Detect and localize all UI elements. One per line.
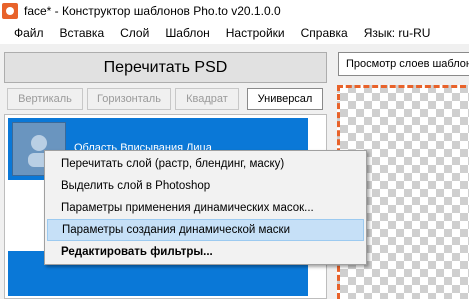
menu-template[interactable]: Шаблон: [157, 22, 217, 44]
menu-insert[interactable]: Вставка: [52, 22, 113, 44]
app-icon: [2, 3, 18, 19]
menu-file[interactable]: Файл: [0, 22, 52, 44]
horizontal-button[interactable]: Горизонталь: [87, 88, 171, 110]
square-button[interactable]: Квадрат: [175, 88, 239, 110]
vertical-button[interactable]: Вертикаль: [7, 88, 83, 110]
context-menu-dynamic-mask-create-params[interactable]: Параметры создания динамической маски: [47, 219, 364, 241]
context-menu-reload-layer[interactable]: Перечитать слой (растр, блендинг, маску): [47, 153, 364, 175]
window-title: face* - Конструктор шаблонов Pho.to v20.…: [24, 4, 281, 18]
menu-bar: Файл Вставка Слой Шаблон Настройки Справ…: [0, 22, 469, 44]
menu-language[interactable]: Язык: ru-RU: [356, 22, 439, 44]
layer-preview-button[interactable]: Просмотр слоев шаблона: [338, 52, 469, 76]
reload-psd-button[interactable]: Перечитать PSD: [4, 52, 327, 83]
title-bar: face* - Конструктор шаблонов Pho.to v20.…: [0, 0, 469, 22]
menu-settings[interactable]: Настройки: [218, 22, 293, 44]
context-menu-edit-filters[interactable]: Редактировать фильтры...: [47, 241, 364, 263]
context-menu-dynamic-mask-apply-params[interactable]: Параметры применения динамических масок.…: [47, 197, 364, 219]
menu-layer[interactable]: Слой: [112, 22, 157, 44]
universal-button[interactable]: Универсал: [247, 88, 323, 110]
menu-help[interactable]: Справка: [293, 22, 356, 44]
context-menu: Перечитать слой (растр, блендинг, маску)…: [44, 150, 367, 265]
context-menu-select-in-photoshop[interactable]: Выделить слой в Photoshop: [47, 175, 364, 197]
